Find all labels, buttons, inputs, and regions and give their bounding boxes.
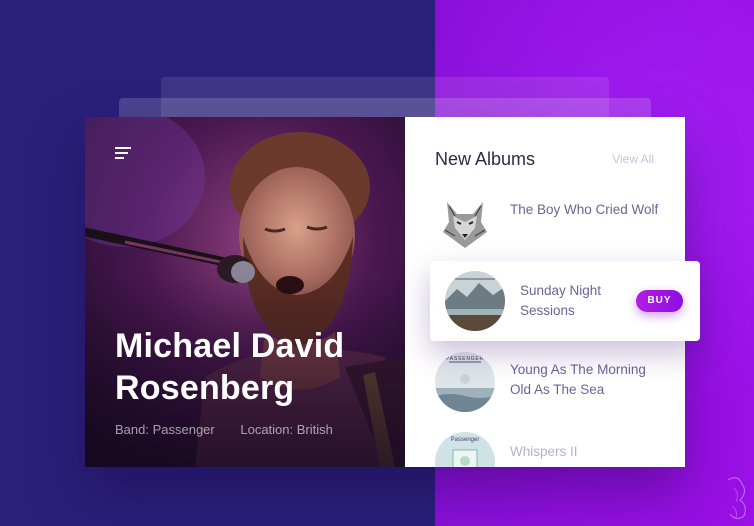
album-item[interactable]: Passenger Whispers II: [435, 432, 675, 467]
wolf-illustration-icon: [435, 192, 495, 252]
hamburger-menu-icon: [115, 147, 131, 149]
album-cover: [435, 192, 495, 252]
artist-meta: Band: Passenger Location: British: [115, 422, 333, 437]
album-title: Young As The Morning Old As The Sea: [510, 362, 646, 397]
album-cover: Passenger: [435, 432, 495, 467]
artist-name: Michael David Rosenberg: [115, 327, 345, 407]
buy-button[interactable]: BUY: [636, 290, 683, 312]
panel-title: New Albums: [435, 149, 536, 169]
featured-album-item[interactable]: Sunday Night Sessions BUY: [430, 261, 700, 341]
album-title: Sunday Night Sessions: [520, 283, 602, 318]
album-cover-text: Passenger: [450, 437, 480, 443]
album-item[interactable]: PASSENGER Young As The Morning Old As Th…: [435, 352, 675, 412]
album-cover: [445, 271, 505, 331]
artist-hero: Michael David Rosenberg Band: Passenger …: [85, 117, 405, 467]
album-cover: PASSENGER: [435, 352, 495, 412]
album-item[interactable]: The Boy Who Cried Wolf: [435, 192, 675, 252]
artist-band: Band: Passenger: [115, 422, 215, 437]
artist-photo: [85, 117, 405, 467]
album-art-landscape-icon: [445, 271, 505, 331]
artist-location: Location: British: [240, 422, 333, 437]
decorative-sketch-icon: [727, 477, 746, 520]
album-title: Whispers II: [510, 444, 578, 459]
album-cover-text: PASSENGER: [446, 356, 484, 362]
view-all-link[interactable]: View All: [612, 152, 654, 166]
album-title: The Boy Who Cried Wolf: [510, 202, 659, 217]
menu-button[interactable]: [115, 147, 131, 161]
